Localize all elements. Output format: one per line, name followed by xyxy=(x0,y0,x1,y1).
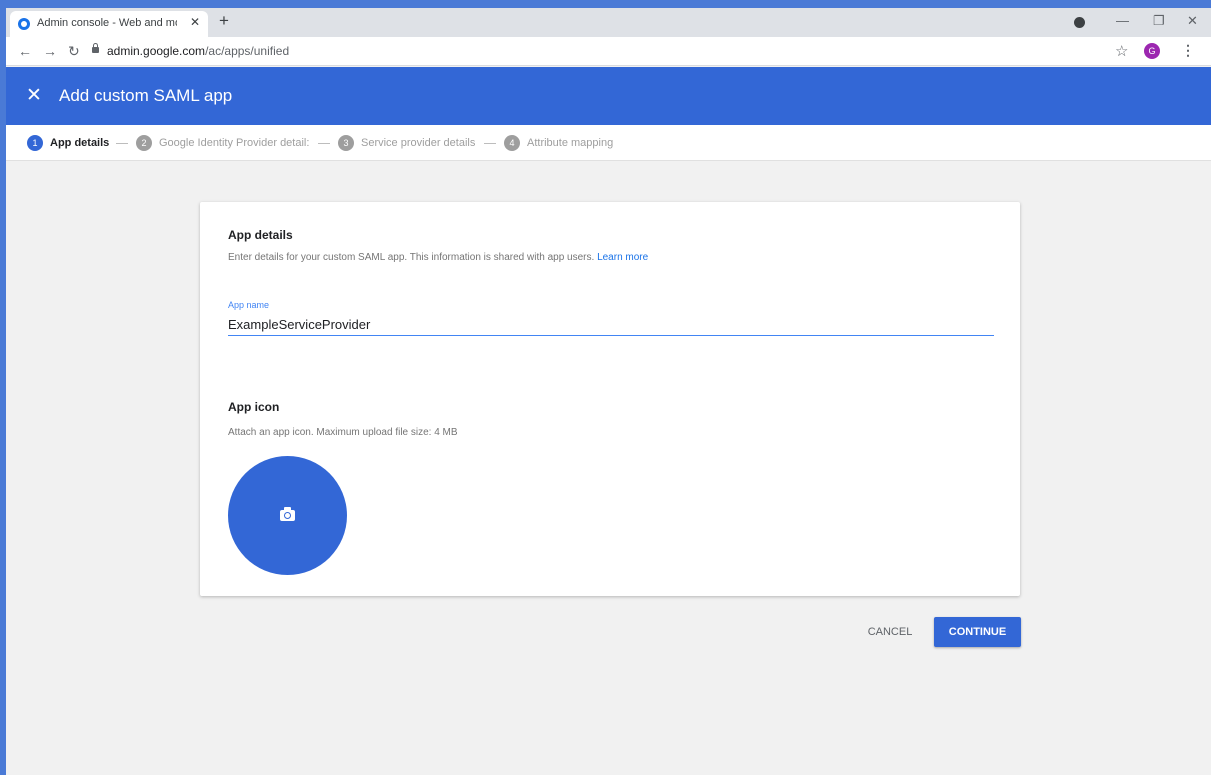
browser-tab[interactable]: Admin console - Web and mobile apps ✕ xyxy=(10,11,208,37)
app-icon-upload[interactable] xyxy=(228,456,347,575)
more-menu-icon[interactable]: ⋮ xyxy=(1181,42,1195,59)
step-connector xyxy=(318,143,330,144)
restore-icon[interactable]: ❐ xyxy=(1153,13,1165,29)
url-text: admin.google.com/ac/apps/unified xyxy=(107,44,289,58)
app-icon-heading: App icon xyxy=(228,400,280,414)
step-number: 2 xyxy=(136,135,152,151)
new-tab-button[interactable]: + xyxy=(219,11,229,31)
browser-toolbar: ← → ↻ admin.google.com/ac/apps/unified ☆… xyxy=(6,37,1211,66)
close-icon[interactable]: ✕ xyxy=(26,84,42,107)
step-number: 1 xyxy=(27,135,43,151)
app-name-label: App name xyxy=(228,300,270,310)
camera-icon xyxy=(280,507,295,521)
admin-favicon-icon xyxy=(18,18,30,30)
step-number: 4 xyxy=(504,135,520,151)
step-connector xyxy=(116,143,128,144)
app-details-card: App details Enter details for your custo… xyxy=(200,202,1020,596)
step-label: Service provider details xyxy=(361,137,476,149)
continue-button[interactable]: CONTINUE xyxy=(934,617,1021,647)
learn-more-link[interactable]: Learn more xyxy=(597,252,648,263)
address-bar[interactable]: admin.google.com/ac/apps/unified xyxy=(92,41,1102,62)
tab-strip: Admin console - Web and mobile apps ✕ + … xyxy=(6,8,1211,37)
back-arrow-icon[interactable]: ← xyxy=(18,43,32,59)
stepper: 1 App details 2 Google Identity Provider… xyxy=(6,125,1211,161)
tab-title: Admin console - Web and mobile apps xyxy=(37,17,177,29)
app-header: ✕ Add custom SAML app xyxy=(6,67,1211,125)
description-text: Enter details for your custom SAML app. … xyxy=(228,252,595,263)
step-label: Google Identity Provider detail: xyxy=(159,137,310,149)
reload-icon[interactable]: ↻ xyxy=(68,43,80,60)
lock-icon xyxy=(92,43,99,53)
extension-icon[interactable] xyxy=(1074,17,1085,28)
step-label: Attribute mapping xyxy=(527,137,614,149)
minimize-icon[interactable]: — xyxy=(1116,13,1129,28)
app-icon-description: Attach an app icon. Maximum upload file … xyxy=(228,427,458,438)
app-details-heading: App details xyxy=(228,228,293,242)
tab-close-icon[interactable]: ✕ xyxy=(190,15,200,29)
window-close-icon[interactable]: ✕ xyxy=(1187,13,1198,29)
step-label: App details xyxy=(50,137,110,149)
step-connector xyxy=(484,143,496,144)
forward-arrow-icon[interactable]: → xyxy=(43,43,57,59)
app-name-input[interactable] xyxy=(228,314,994,336)
profile-avatar[interactable]: G xyxy=(1144,43,1160,59)
browser-window: Admin console - Web and mobile apps ✕ + … xyxy=(6,8,1211,775)
url-path: /ac/apps/unified xyxy=(205,44,290,58)
bookmark-star-icon[interactable]: ☆ xyxy=(1115,42,1128,60)
url-host: admin.google.com xyxy=(107,44,206,58)
app-details-description: Enter details for your custom SAML app. … xyxy=(228,252,648,263)
cancel-button[interactable]: CANCEL xyxy=(858,618,922,646)
page-title: Add custom SAML app xyxy=(59,86,233,105)
step-number: 3 xyxy=(338,135,354,151)
